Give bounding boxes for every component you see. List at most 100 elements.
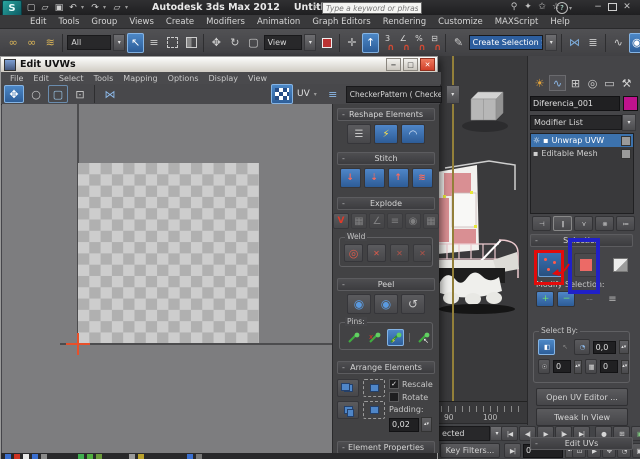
- expand-icon[interactable]: ▪: [543, 136, 548, 145]
- relax-tool-icon[interactable]: ⚡: [374, 124, 398, 144]
- mini-toolbar-icon[interactable]: [14, 454, 20, 459]
- select-and-rotate-icon[interactable]: ↻: [227, 33, 243, 53]
- tab-hierarchy-icon[interactable]: ⊞: [568, 76, 583, 90]
- texture-list-icon[interactable]: ≡: [324, 86, 342, 102]
- uv-checker-tile[interactable]: [78, 163, 259, 343]
- stack-item-unwrap-uvw[interactable]: ☼ ▪ Unwrap UVW: [531, 134, 633, 147]
- stitch-source-icon[interactable]: ↑: [388, 168, 409, 188]
- undo-icon[interactable]: ↶: [67, 2, 79, 14]
- dialog-menu-mapping[interactable]: Mapping: [118, 74, 162, 83]
- dialog-menu-file[interactable]: File: [5, 74, 28, 83]
- explode-faces-icon[interactable]: ▦: [351, 213, 367, 229]
- weld-selected-icon[interactable]: ✕: [367, 244, 386, 262]
- planar-angle-icon[interactable]: ◔: [574, 339, 589, 355]
- mini-toolbar-icon[interactable]: [129, 454, 135, 459]
- search-input[interactable]: [322, 2, 422, 14]
- mini-toolbar-icon[interactable]: [87, 454, 93, 459]
- select-cursor-icon[interactable]: ↖: [558, 340, 571, 355]
- percent-snap-icon[interactable]: %∩: [412, 34, 426, 52]
- open-uv-editor-button[interactable]: Open UV Editor ...: [536, 388, 628, 406]
- expand-icon[interactable]: ▪: [533, 149, 538, 158]
- dialog-menu-options[interactable]: Options: [163, 74, 204, 83]
- timeline-ruler[interactable]: 90 100: [437, 401, 527, 424]
- break-icon[interactable]: V: [333, 213, 349, 229]
- show-end-result-icon[interactable]: ‖: [553, 216, 572, 231]
- menu-group[interactable]: Group: [85, 17, 123, 27]
- target-weld-icon[interactable]: ◎: [344, 244, 363, 262]
- mini-toolbar-icon[interactable]: [5, 454, 11, 459]
- edge-loop-icon[interactable]: ≡: [603, 291, 621, 307]
- menu-maxscript[interactable]: MAXScript: [489, 17, 545, 27]
- communication-center-icon[interactable]: ✩: [536, 1, 548, 13]
- make-unique-icon[interactable]: ⋎: [574, 216, 593, 231]
- uv-canvas[interactable]: [2, 104, 332, 453]
- rectangular-selection-region-icon[interactable]: [164, 33, 180, 53]
- tab-utilities-icon[interactable]: ⚒: [619, 76, 634, 90]
- select-by-name-icon[interactable]: ≡: [146, 33, 162, 53]
- stitch-header[interactable]: -Stitch: [337, 152, 435, 165]
- menu-edit[interactable]: Edit: [24, 17, 52, 27]
- mini-toolbar-icon[interactable]: [23, 454, 29, 459]
- visibility-lamp-icon[interactable]: ☼: [533, 136, 540, 145]
- mini-toolbar-icon[interactable]: [41, 454, 47, 459]
- named-selection-sets-dropdown[interactable]: Create Selection Se: [469, 35, 543, 50]
- selection-filter-dropdown[interactable]: All: [67, 35, 111, 50]
- tab-motion-icon[interactable]: ◎: [585, 76, 600, 90]
- stitch-custom-icon[interactable]: ↓: [340, 168, 361, 188]
- set-key-selection-dropdown[interactable]: ected: [438, 426, 490, 441]
- menu-rendering[interactable]: Rendering: [377, 17, 432, 27]
- edit-uvs-rollout-header[interactable]: - Edit UVs: [530, 437, 633, 450]
- modifier-list-dropdown-arrow[interactable]: ▾: [622, 114, 636, 131]
- mini-toolbar-icon[interactable]: [187, 454, 193, 459]
- uv-mirror-icon[interactable]: ⋈: [99, 85, 121, 103]
- select-by-matid-icon[interactable]: ▦: [585, 359, 597, 374]
- planar-angle-toggle-icon[interactable]: ◧: [538, 339, 555, 355]
- new-scene-icon[interactable]: ▢: [25, 2, 37, 14]
- pack-together-icon[interactable]: [337, 401, 359, 419]
- select-and-link-icon[interactable]: ∞: [5, 33, 21, 53]
- texture-pattern-dropdown-arrow[interactable]: ▾: [446, 85, 460, 104]
- dialog-close-button[interactable]: ✕: [420, 58, 435, 71]
- close-button[interactable]: ✕: [621, 1, 633, 13]
- modifier-list-dropdown[interactable]: Modifier List: [530, 115, 622, 130]
- dialog-menu-display[interactable]: Display: [204, 74, 244, 83]
- mirror-icon[interactable]: ⋈: [566, 33, 582, 53]
- open-file-icon[interactable]: ▱: [39, 2, 51, 14]
- dialog-menu-view[interactable]: View: [243, 74, 272, 83]
- pin-tool-icon[interactable]: [345, 329, 362, 346]
- rescale-checkbox[interactable]: ✓: [389, 379, 399, 389]
- infocenter-expand-icon[interactable]: ▸: [314, 3, 318, 11]
- texture-pattern-dropdown[interactable]: CheckerPattern ( Checker ): [346, 86, 442, 103]
- help-icon[interactable]: ?: [556, 2, 568, 14]
- auto-pin-icon[interactable]: ⚡: [387, 329, 404, 346]
- minimize-button[interactable]: −: [592, 1, 604, 13]
- angle-snap-icon[interactable]: ∠∩: [396, 34, 410, 52]
- reshape-elements-header[interactable]: -Reshape Elements: [337, 108, 435, 121]
- next-key-icon[interactable]: ▶|: [504, 443, 521, 458]
- edit-named-selection-sets-icon[interactable]: ✎: [450, 33, 466, 53]
- padding-spinner[interactable]: ▴▾: [421, 417, 432, 432]
- planar-angle-field[interactable]: 0,0: [593, 341, 616, 354]
- matid-spinner[interactable]: ▴▾: [621, 360, 629, 374]
- tab-create-icon[interactable]: ☀: [532, 76, 547, 90]
- matid-field[interactable]: 0: [600, 360, 617, 373]
- uv-freeform-icon[interactable]: ⊡: [70, 85, 90, 103]
- menu-create[interactable]: Create: [160, 17, 200, 27]
- stack-item-button[interactable]: [621, 149, 631, 159]
- uv-space-dropdown-icon[interactable]: ▾: [314, 91, 320, 98]
- redo-icon[interactable]: ↷: [89, 2, 101, 14]
- pin-stack-icon[interactable]: ⊣: [532, 216, 551, 231]
- material-editor-icon[interactable]: ◉: [629, 33, 640, 53]
- unpin-tool-icon[interactable]: x: [366, 329, 383, 346]
- mini-toolbar-icon[interactable]: [32, 454, 38, 459]
- peel-mode-icon[interactable]: ◉: [374, 294, 398, 314]
- rotate-checkbox[interactable]: [389, 392, 399, 402]
- menu-modifiers[interactable]: Modifiers: [200, 17, 251, 27]
- menu-help[interactable]: Help: [544, 17, 575, 27]
- explode-header[interactable]: -Explode: [337, 197, 435, 210]
- named-selection-sets-dropdown-arrow[interactable]: ▾: [545, 34, 557, 51]
- go-to-start-icon[interactable]: |◀: [501, 426, 518, 441]
- workspace-dropdown-icon[interactable]: ▾: [125, 4, 131, 11]
- undo-dropdown-icon[interactable]: ▾: [81, 4, 87, 11]
- tab-display-icon[interactable]: ▭: [602, 76, 617, 90]
